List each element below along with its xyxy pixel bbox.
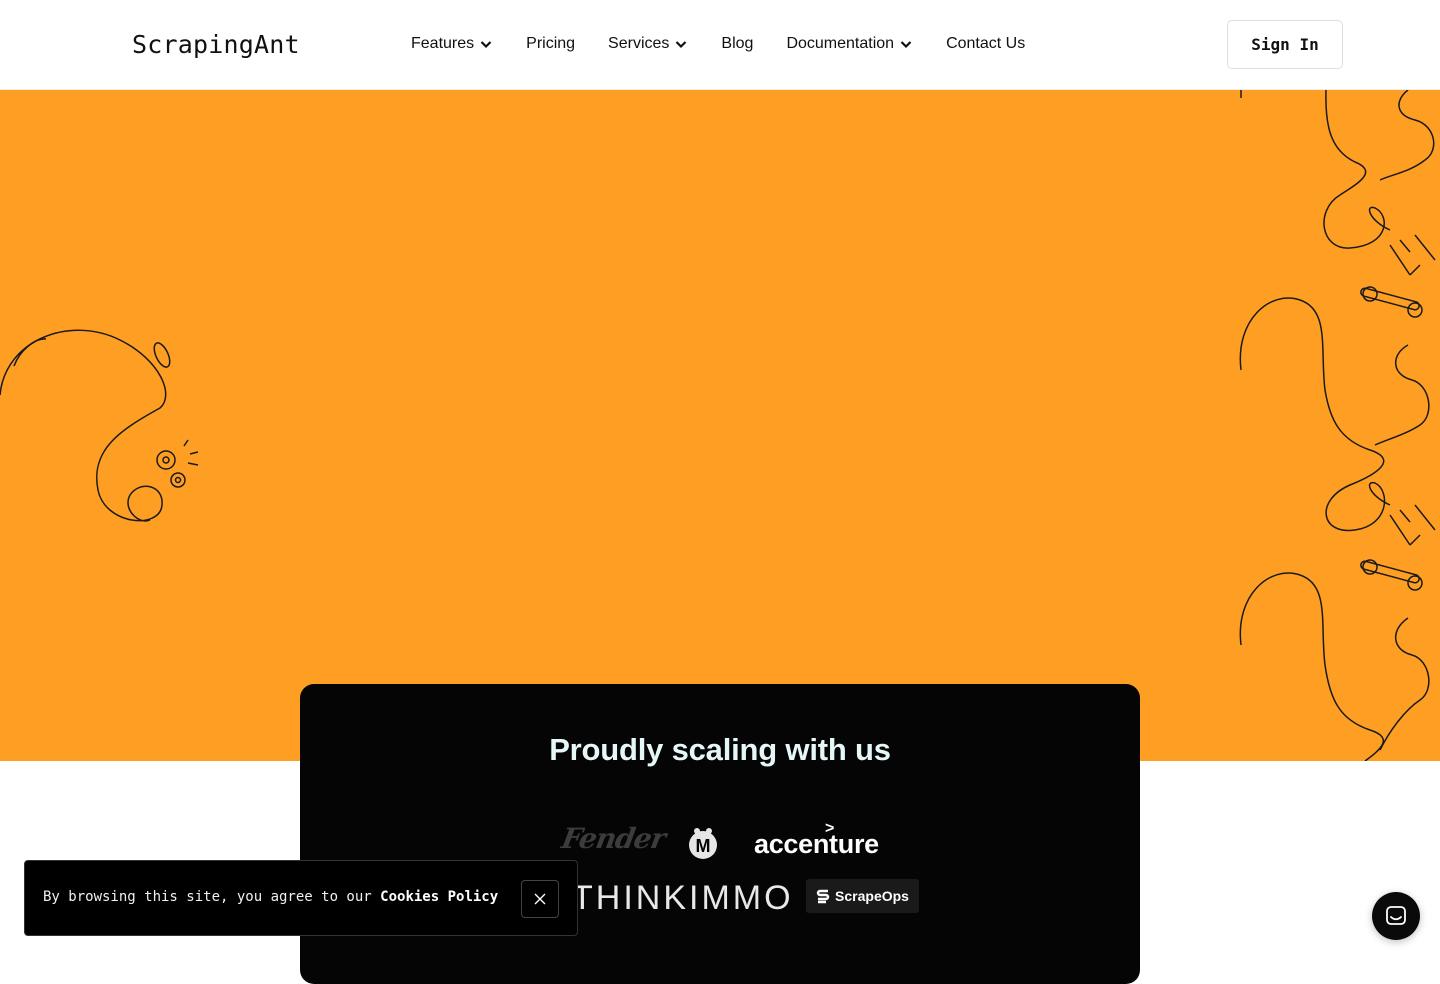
nav-item-pricing[interactable]: Pricing xyxy=(526,33,575,55)
nav-item-features[interactable]: Features xyxy=(411,33,493,55)
clients-title: Proudly scaling with us xyxy=(549,732,891,767)
chat-icon xyxy=(1386,906,1406,925)
nav-item-documentation[interactable]: Documentation xyxy=(786,33,913,55)
nav-item-label: Pricing xyxy=(526,35,576,52)
nav-item-label: Blog xyxy=(721,35,754,52)
chevron-down-icon xyxy=(480,41,492,49)
cookie-text: By browsing this site, you agree to our … xyxy=(43,889,498,905)
nav-item-contact[interactable]: Contact Us xyxy=(946,33,1025,55)
nav-item-services[interactable]: Services xyxy=(608,33,688,55)
sign-in-button[interactable]: Sign In xyxy=(1227,20,1343,69)
nav-item-blog[interactable]: Blog xyxy=(721,33,753,55)
site-header: ScrapingAnt Features Pricing Services Bl… xyxy=(0,0,1440,90)
chevron-down-icon xyxy=(676,41,687,49)
fender-logo: Fender xyxy=(559,822,668,855)
m-brand-logo: M xyxy=(689,828,717,859)
scrapeops-s-icon xyxy=(816,889,830,904)
cookie-close-button[interactable] xyxy=(521,880,559,918)
cookie-message: By browsing this site, you agree to our xyxy=(43,889,381,905)
nav-item-label: Services xyxy=(608,35,670,52)
scrapeops-logo: ScrapeOps xyxy=(806,879,919,913)
nav-item-label: Contact Us xyxy=(946,35,1026,52)
thinkimmo-logo: THINKIMMO xyxy=(572,879,794,917)
cookies-policy-link[interactable]: Cookies Policy xyxy=(380,889,498,905)
doodle-tools-decoration xyxy=(1239,90,1436,761)
svg-text:M: M xyxy=(696,836,711,856)
chevron-down-icon xyxy=(900,41,912,49)
main-nav: Features Pricing Services Blog Documenta… xyxy=(411,33,1058,55)
chat-launcher-button[interactable] xyxy=(1372,892,1420,940)
clients-section: Proudly scaling with us Fender M > accen… xyxy=(300,684,1140,984)
close-icon xyxy=(534,893,546,905)
nav-item-label: Documentation xyxy=(786,35,895,52)
brand-logo[interactable]: ScrapingAnt xyxy=(132,30,300,59)
accenture-logo: accenture xyxy=(754,829,879,859)
scrapeops-label: ScrapeOps xyxy=(835,888,909,904)
doodle-gears-decoration xyxy=(0,329,199,522)
hero-section xyxy=(0,90,1440,761)
cookie-banner: By browsing this site, you agree to our … xyxy=(24,860,578,936)
nav-item-label: Features xyxy=(411,35,475,52)
